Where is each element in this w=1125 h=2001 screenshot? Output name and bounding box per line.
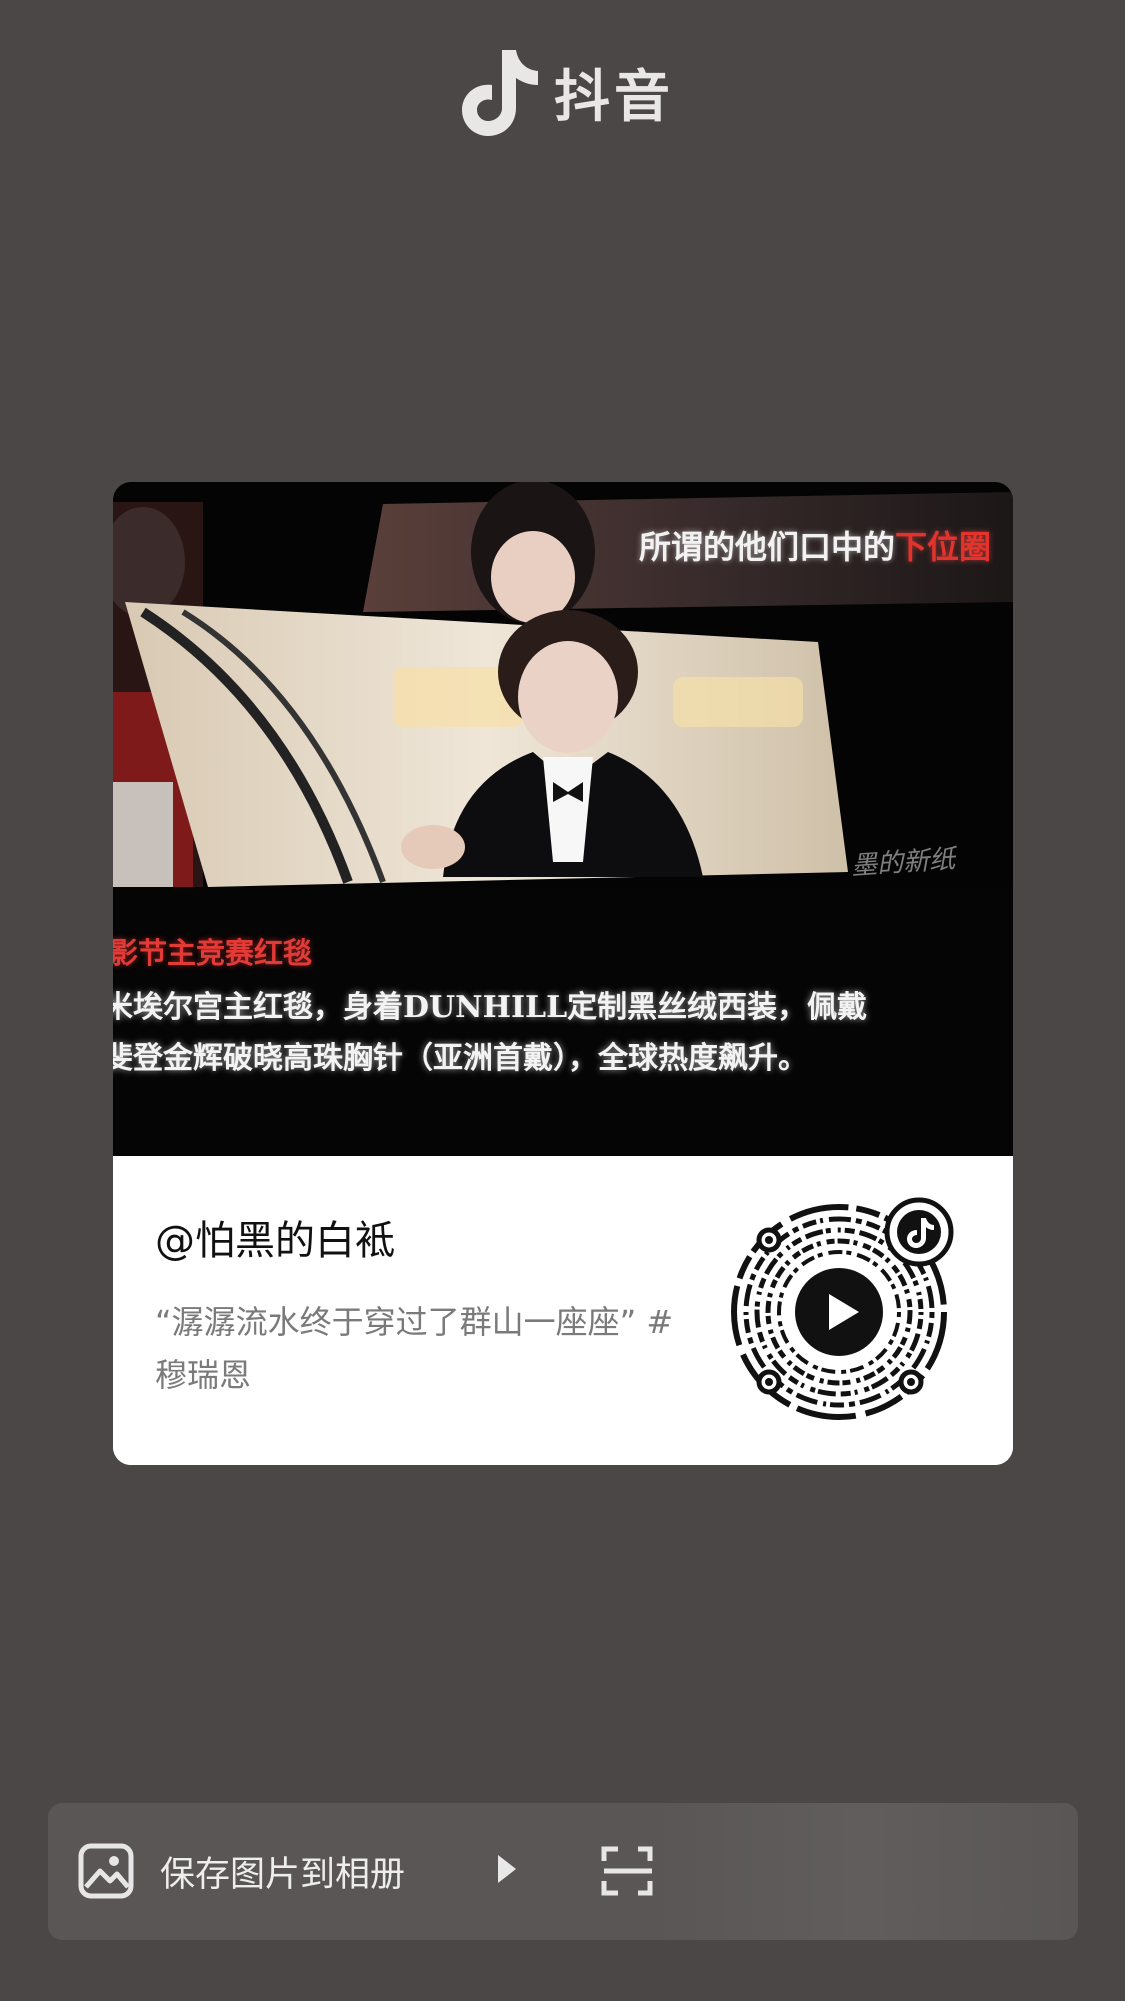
qr-douyin-badge-icon [884,1197,954,1267]
qr-play-icon [795,1268,883,1356]
logo-text: 抖音 [554,64,674,130]
cover-headline: 所谓的他们口中的下位圈 [639,522,991,568]
douyin-logo: 抖音 [456,44,674,140]
bottom-action-bar: 保存图片到相册 [48,1803,1078,1940]
headline-prefix: 所谓的他们口中的 [638,528,895,566]
douyin-note-icon [462,50,538,136]
cover-caption-line-1: 米埃尔宫主红毯，身着DUNHILL定制黑丝绒西装，佩戴 [113,990,868,1025]
save-to-album-label: 保存图片到相册 [160,1854,406,1895]
cover-caption-line-2: 斐登金辉破晓高珠胸针（亚洲首戴），全球热度飙升。 [113,1041,808,1076]
bar-blurred-region [648,1803,1078,1940]
qr-code[interactable] [729,1192,959,1422]
image-icon [78,1843,134,1899]
cover-watermark: 墨的新纸 [850,844,957,882]
play-triangle-icon[interactable] [498,1855,516,1883]
author-name[interactable]: @怕黑的白袛 [155,1208,395,1266]
cover-caption-red: 影节主竞赛红毯 [113,936,313,970]
headline-highlight: 下位圈 [894,528,991,566]
share-card[interactable]: 所谓的他们口中的下位圈 墨的新纸 影节主竞赛红毯 米埃尔宫主红毯，身着DUNHI… [113,482,1013,1465]
card-info: @怕黑的白袛 “潺潺流水终于穿过了群山一座座” #穆瑞恩 [113,1156,1013,1465]
video-cover-image: 所谓的他们口中的下位圈 墨的新纸 影节主竞赛红毯 米埃尔宫主红毯，身着DUNHI… [113,482,1013,1156]
video-description: “潺潺流水终于穿过了群山一座座” #穆瑞恩 [155,1303,674,1394]
save-to-album-button[interactable]: 保存图片到相册 [78,1825,405,1917]
